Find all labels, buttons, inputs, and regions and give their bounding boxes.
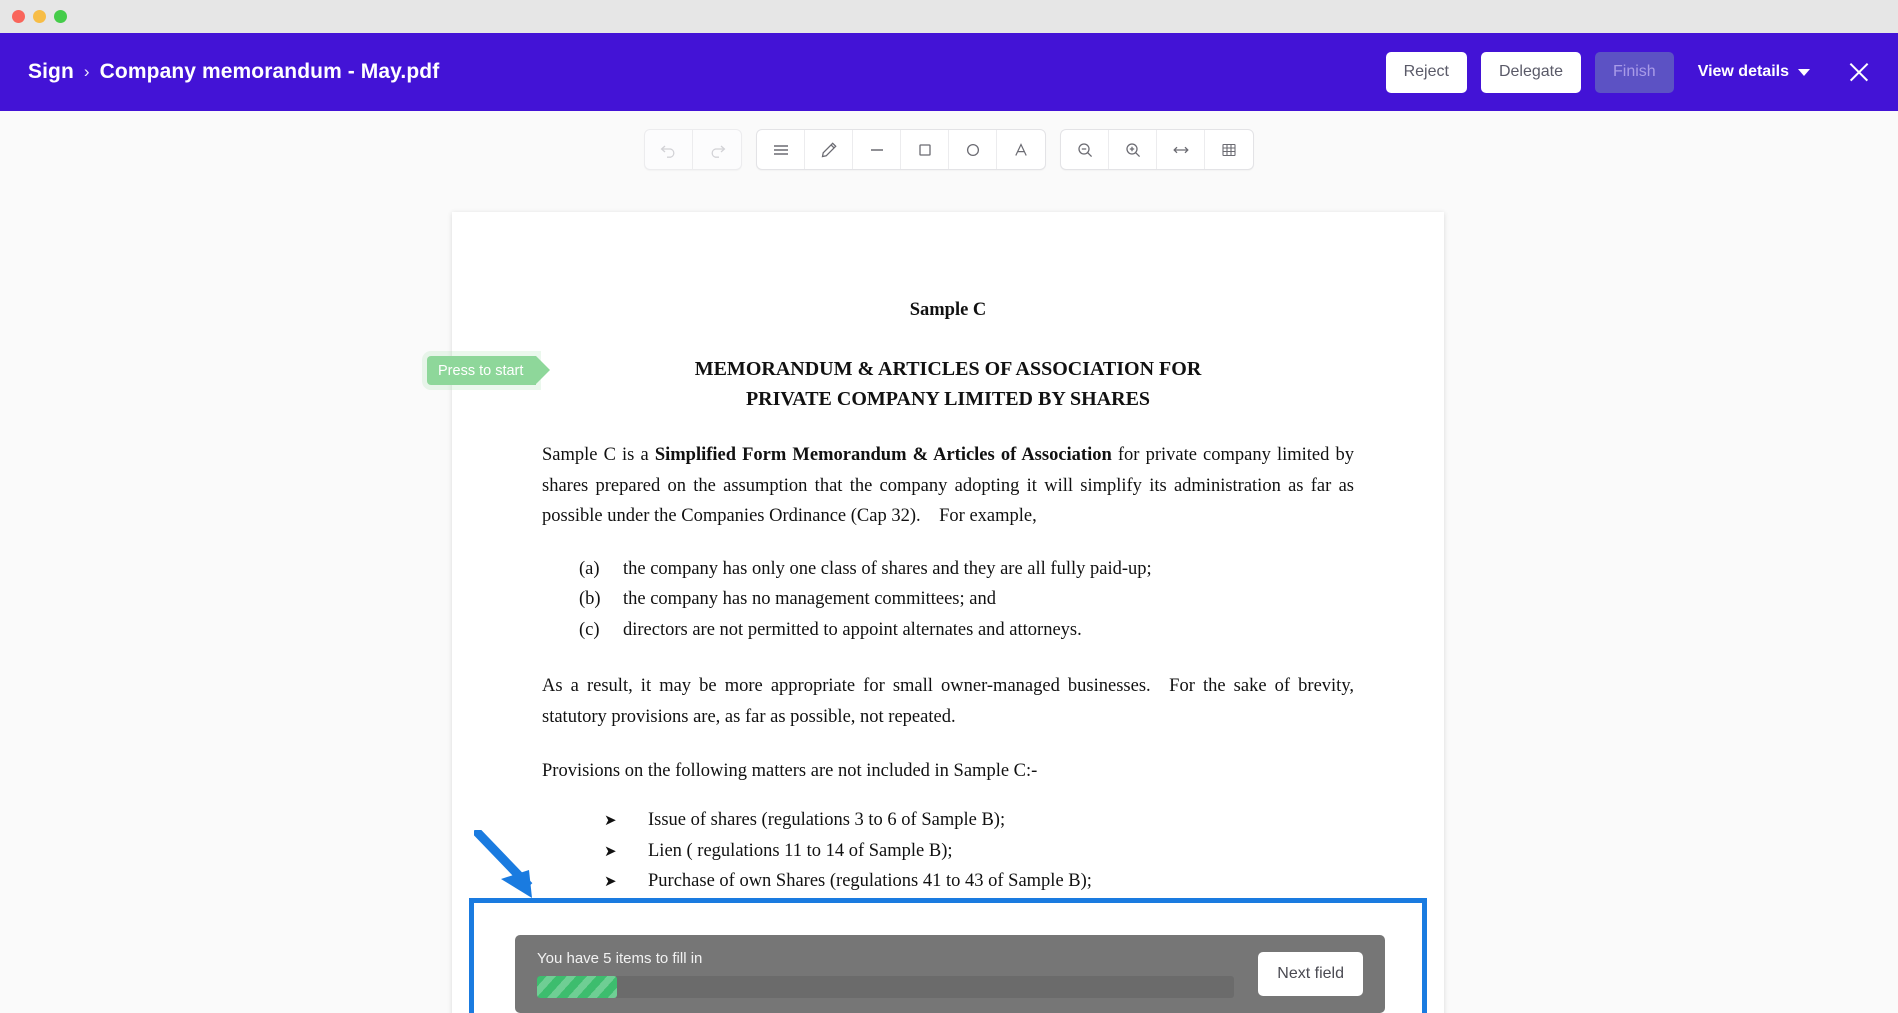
press-to-start-tag[interactable]: Press to start <box>427 356 551 385</box>
fit-width-button[interactable] <box>1157 130 1205 169</box>
list-item-marker: (b) <box>579 589 601 609</box>
list-item-text: Lien ( regulations 11 to 14 of Sample B)… <box>648 840 953 861</box>
document-page[interactable]: Sample C MEMORANDUM & ARTICLES OF ASSOCI… <box>452 212 1444 1013</box>
line-button[interactable] <box>853 130 901 169</box>
rectangle-button[interactable] <box>901 130 949 169</box>
list-item: ➤ Purchase of own Shares (regulations 41… <box>542 866 1354 897</box>
app-window: Sign › Company memorandum - May.pdf Reje… <box>0 0 1898 1013</box>
breadcrumb: Sign › Company memorandum - May.pdf <box>28 60 439 84</box>
close-icon[interactable] <box>1846 59 1872 85</box>
ellipse-button[interactable] <box>949 130 997 169</box>
undo-icon <box>659 140 679 160</box>
window-chrome <box>0 0 1898 33</box>
list-item-text: Purchase of own Shares (regulations 41 t… <box>648 871 1092 891</box>
arrow-bullet-icon: ➤ <box>604 811 617 829</box>
pencil-icon <box>819 140 839 160</box>
editor-toolbar <box>0 129 1898 170</box>
chevron-down-icon <box>1798 68 1810 76</box>
next-field-button[interactable]: Next field <box>1258 952 1363 996</box>
document-paragraph-3: Provisions on the following matters are … <box>542 761 1038 781</box>
zoom-out-icon <box>1075 140 1095 160</box>
document-heading: MEMORANDUM & ARTICLES OF ASSOCIATION FOR… <box>542 354 1354 414</box>
fit-width-icon <box>1171 140 1191 160</box>
redo-icon <box>707 140 727 160</box>
toolbar-group-annotate <box>756 129 1046 170</box>
chevron-right-icon: › <box>83 62 90 81</box>
list-item: ➤ Issue of shares (regulations 3 to 6 of… <box>542 805 1354 836</box>
fill-prompt-overlay: You have 5 items to fill in Next field <box>515 935 1385 1013</box>
view-details-label: View details <box>1697 63 1789 80</box>
window-minimize-icon[interactable] <box>33 10 46 23</box>
zoom-in-icon <box>1123 140 1143 160</box>
breadcrumb-file-name: Company memorandum - May.pdf <box>99 60 440 83</box>
finish-button[interactable]: Finish <box>1595 51 1674 93</box>
text-button[interactable] <box>997 130 1045 169</box>
list-item-text: Issue of shares (regulations 3 to 6 of S… <box>648 810 1006 830</box>
redo-button[interactable] <box>693 130 741 169</box>
breadcrumb-root[interactable]: Sign <box>28 60 74 84</box>
fill-progress-track <box>537 976 1235 998</box>
document-heading-line-2: PRIVATE COMPANY LIMITED BY SHARES <box>745 388 1151 410</box>
list-item: ➤ Lien ( regulations 11 to 14 of Sample … <box>542 836 1354 867</box>
document-lettered-list: (a) the company has only one class of sh… <box>542 554 1354 646</box>
draw-button[interactable] <box>805 130 853 169</box>
toolbar-group-view <box>1060 129 1254 170</box>
line-icon <box>867 140 887 160</box>
reject-button[interactable]: Reject <box>1385 51 1467 93</box>
text-icon <box>1011 140 1031 160</box>
document-paragraph-2: As a result, it may be more appropriate … <box>542 676 1354 727</box>
window-maximize-icon[interactable] <box>54 10 67 23</box>
document-title: Sample C <box>909 300 987 320</box>
delegate-button[interactable]: Delegate <box>1480 51 1581 93</box>
zoom-out-button[interactable] <box>1061 130 1109 169</box>
window-close-icon[interactable] <box>12 10 25 23</box>
list-item-text: directors are not permitted to appoint a… <box>623 619 1082 640</box>
app-header: Sign › Company memorandum - May.pdf Reje… <box>0 33 1898 111</box>
list-item: (c) directors are not permitted to appoi… <box>542 615 1354 646</box>
header-actions: Reject Delegate Finish View details <box>1385 51 1898 93</box>
circle-icon <box>963 140 983 160</box>
list-item-text: the company has only one class of shares… <box>623 558 1152 579</box>
list-item: (a) the company has only one class of sh… <box>542 554 1354 585</box>
list-item-marker: (a) <box>579 558 600 579</box>
grid-icon <box>1219 140 1239 160</box>
fill-progress-bar <box>537 976 618 998</box>
document-heading-line-1: MEMORANDUM & ARTICLES OF ASSOCIATION FOR <box>694 358 1202 380</box>
fill-status-text: You have 5 items to fill in <box>537 950 703 967</box>
zoom-in-button[interactable] <box>1109 130 1157 169</box>
document-paragraph-1: Sample C is a Simplified Form Memorandum… <box>542 440 1354 532</box>
undo-button[interactable] <box>645 130 693 169</box>
arrow-bullet-icon: ➤ <box>604 841 617 860</box>
press-to-start-label: Press to start <box>438 362 524 379</box>
document-content: Sample C MEMORANDUM & ARTICLES OF ASSOCI… <box>452 300 1444 1013</box>
toolbar-group-history <box>644 129 742 170</box>
list-item-text: the company has no management committees… <box>623 589 996 609</box>
list-item-marker: (c) <box>579 619 600 640</box>
fields-list-button[interactable] <box>757 130 805 169</box>
list-item: (b) the company has no management commit… <box>542 584 1354 615</box>
paragraph-1-pre: Sample C is a <box>542 445 655 465</box>
document-bullet-list: ➤ Issue of shares (regulations 3 to 6 of… <box>542 805 1354 897</box>
list-icon <box>771 140 791 160</box>
square-icon <box>915 140 935 160</box>
page-grid-button[interactable] <box>1205 130 1253 169</box>
arrow-bullet-icon: ➤ <box>604 872 617 890</box>
paragraph-1-bold: Simplified Form Memorandum & Articles of… <box>654 445 1112 465</box>
fill-progress-section: You have 5 items to fill in <box>537 950 1235 998</box>
view-details-dropdown[interactable]: View details <box>1698 63 1810 81</box>
